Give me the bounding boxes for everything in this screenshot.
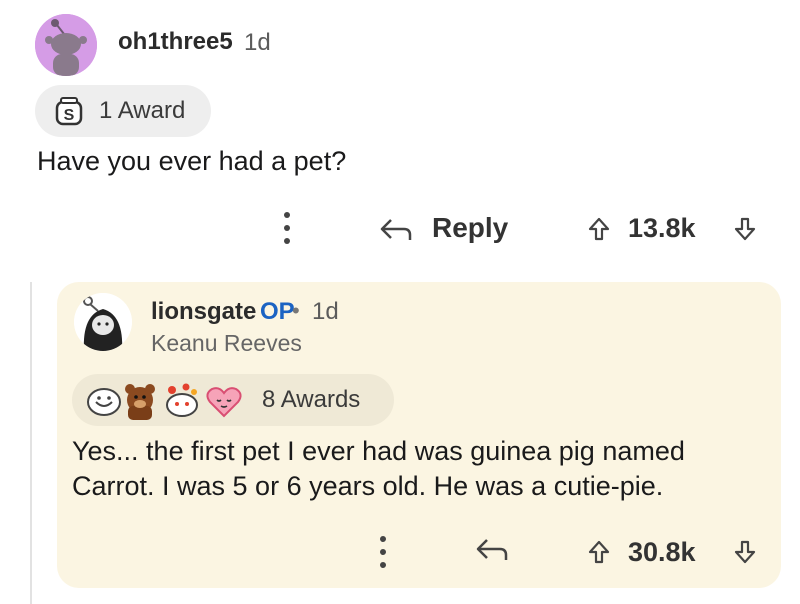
wholesome-award-icon — [87, 388, 121, 416]
upvote-icon — [588, 217, 610, 241]
reply-button[interactable] — [474, 536, 510, 569]
reply-body-line: Yes... the first pet I ever had was guin… — [72, 436, 685, 466]
upvote-button[interactable] — [588, 217, 610, 246]
keanu-avatar-icon — [74, 293, 132, 351]
comment-timestamp: 1d — [244, 29, 271, 56]
reply-timestamp: 1d — [312, 298, 339, 325]
downvote-icon — [734, 217, 756, 241]
awards-label: 8 Awards — [262, 386, 361, 413]
reply-username[interactable]: lionsgate — [151, 298, 256, 326]
op-badge: OP — [260, 298, 295, 325]
more-options-button[interactable] — [378, 534, 388, 575]
reply-body-line: Carrot. I was 5 or 6 years old. He was a… — [72, 471, 664, 501]
reply-body: Yes... the first pet I ever had was guin… — [72, 434, 772, 504]
vote-count: 30.8k — [628, 537, 696, 567]
reply-icon — [476, 539, 508, 560]
reply-label: Reply — [432, 212, 509, 243]
more-options-icon — [380, 536, 386, 568]
thread-line[interactable] — [30, 282, 32, 604]
vote-count: 13.8k — [628, 213, 696, 243]
award-icons — [87, 383, 242, 420]
downvote-button[interactable] — [734, 217, 756, 246]
bear-award-icon — [125, 384, 155, 420]
silver-award-icon: S — [55, 97, 83, 126]
awards-pill[interactable]: 8 Awards — [72, 374, 394, 426]
user-avatar[interactable] — [35, 14, 97, 76]
downvote-icon — [734, 540, 756, 564]
awards-label: 1 Award — [99, 97, 186, 124]
comment-username[interactable]: oh1three5 — [118, 28, 233, 56]
svg-text:S: S — [64, 107, 75, 124]
heart-award-icon — [206, 387, 242, 418]
snoo-party-award-icon — [166, 383, 198, 417]
upvote-icon — [588, 540, 610, 564]
reply-icon — [380, 219, 412, 240]
user-flair: Keanu Reeves — [151, 330, 302, 356]
more-options-icon — [284, 212, 290, 244]
separator-dot: • — [292, 298, 300, 323]
more-options-button[interactable] — [282, 210, 292, 254]
downvote-button[interactable] — [734, 540, 756, 569]
awards-pill[interactable]: S 1 Award — [35, 85, 211, 137]
snoo-avatar-icon — [35, 14, 97, 76]
reply-user-avatar[interactable] — [74, 293, 132, 351]
upvote-button[interactable] — [588, 540, 610, 569]
comment-body: Have you ever had a pet? — [37, 146, 347, 176]
